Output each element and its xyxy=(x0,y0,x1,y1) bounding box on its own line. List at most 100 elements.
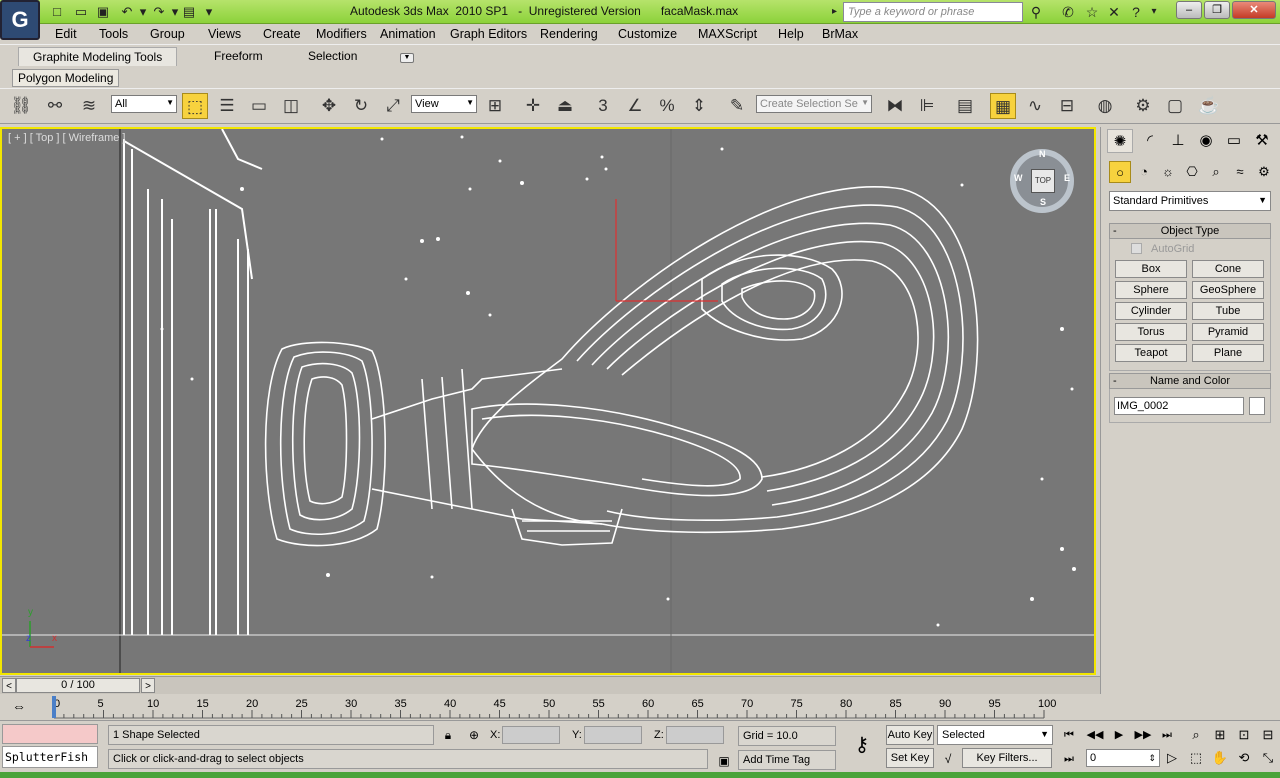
keyboard-shortcut-override-icon[interactable]: ⏏ xyxy=(552,93,578,119)
edit-named-selection-icon[interactable]: ✎ xyxy=(724,93,750,119)
viewcube-east[interactable]: E xyxy=(1064,173,1070,183)
orbit-icon[interactable]: ⟲ xyxy=(1234,748,1254,768)
menu-rendering[interactable]: Rendering xyxy=(540,27,598,41)
menu-customize[interactable]: Customize xyxy=(618,27,677,41)
mirror-icon[interactable]: ⧓ xyxy=(882,93,908,119)
render-production-teapot-icon[interactable]: ☕ xyxy=(1196,93,1222,119)
spinner-snap-icon[interactable]: ⇕ xyxy=(686,93,712,119)
current-frame-input[interactable]: 0 ⇕ xyxy=(1086,749,1160,767)
auto-key-button[interactable]: Auto Key xyxy=(886,725,934,745)
teapot-button[interactable]: Teapot xyxy=(1115,344,1187,362)
tube-button[interactable]: Tube xyxy=(1192,302,1264,320)
y-coordinate-field[interactable] xyxy=(584,726,642,744)
render-setup-icon[interactable]: ⚙ xyxy=(1130,93,1156,119)
project-folder-icon[interactable]: ▤ xyxy=(180,3,198,21)
set-keys-icon[interactable]: ⚷ xyxy=(846,733,878,757)
zoom-extents-all-icon[interactable]: ⊟ xyxy=(1258,725,1278,745)
select-by-name-icon[interactable]: ☰ xyxy=(214,93,240,119)
select-and-scale-icon[interactable]: ⤢ xyxy=(380,93,406,119)
menu-maxscript[interactable]: MAXScript xyxy=(698,27,757,41)
cylinder-button[interactable]: Cylinder xyxy=(1115,302,1187,320)
maximize-viewport-icon[interactable]: ⤡ xyxy=(1258,748,1278,768)
tab-graphite-modeling-tools[interactable]: Graphite Modeling Tools xyxy=(18,47,178,66)
help-icon[interactable]: ? xyxy=(1126,2,1146,22)
display-tab-icon[interactable]: ▭ xyxy=(1221,129,1247,153)
absolute-mode-icon[interactable]: ⊕ xyxy=(466,727,482,743)
menu-edit[interactable]: Edit xyxy=(55,27,77,41)
key-mode-dropdown[interactable]: Selected ▼ xyxy=(937,725,1053,745)
select-and-move-icon[interactable]: ✥ xyxy=(316,93,342,119)
play-icon[interactable]: ▶ xyxy=(1108,725,1130,745)
viewcube-top-face[interactable]: TOP xyxy=(1031,169,1055,193)
z-coordinate-field[interactable] xyxy=(666,726,724,744)
menu-views[interactable]: Views xyxy=(208,27,241,41)
time-next-icon[interactable]: > xyxy=(141,678,155,693)
window-crossing-icon[interactable]: ◫ xyxy=(278,93,304,119)
helpers-icon[interactable]: ⌕ xyxy=(1205,161,1227,183)
menu-modifiers[interactable]: Modifiers xyxy=(316,27,367,41)
name-and-color-rollout-header[interactable]: - Name and Color xyxy=(1109,373,1271,389)
minimize-button[interactable]: – xyxy=(1176,1,1202,19)
maxscript-mini-listener-top[interactable] xyxy=(2,724,98,744)
binoculars-icon[interactable]: ⚲ xyxy=(1026,2,1046,22)
communication-center-icon[interactable]: ✆ xyxy=(1058,2,1078,22)
add-time-tag-button[interactable]: Add Time Tag xyxy=(738,750,836,770)
graphite-modeling-tools-toggle-icon[interactable]: ▦ xyxy=(990,93,1016,119)
named-selection-sets-dropdown[interactable]: Create Selection Se ▼ xyxy=(756,95,872,113)
menu-group[interactable]: Group xyxy=(150,27,185,41)
reference-coordinate-dropdown[interactable]: View ▼ xyxy=(411,95,477,113)
selection-lock-icon[interactable]: 🔒︎ xyxy=(440,727,456,743)
key-mode-toggle-icon[interactable]: ⏭ xyxy=(1058,749,1080,769)
set-key-button[interactable]: Set Key xyxy=(886,748,934,768)
zoom-extents-icon[interactable]: ⊡ xyxy=(1234,725,1254,745)
object-name-input[interactable]: IMG_0002 xyxy=(1114,397,1244,415)
geometry-icon[interactable]: ○ xyxy=(1109,161,1131,183)
key-filters-button[interactable]: Key Filters... xyxy=(962,748,1052,768)
menu-create[interactable]: Create xyxy=(263,27,301,41)
close-button[interactable]: ✕ xyxy=(1232,1,1276,19)
track-bar[interactable]: ⇔ 0 5 10 15 20 25 30 35 40 45 50 55 60 65 70 75 80 85 90 95… xyxy=(0,694,1100,720)
modify-tab-icon[interactable]: ◜ xyxy=(1137,129,1163,153)
time-tag-icon[interactable]: ▣ xyxy=(716,753,732,769)
help-dropdown-icon[interactable]: ▾ xyxy=(1144,2,1164,22)
selection-filter-dropdown[interactable]: All ▼ xyxy=(111,95,177,113)
zoom-all-icon[interactable]: ⊞ xyxy=(1210,725,1230,745)
material-editor-icon[interactable]: ◍ xyxy=(1092,93,1118,119)
x-coordinate-field[interactable] xyxy=(502,726,560,744)
quick-access-dropdown-icon[interactable]: ▾ xyxy=(200,3,218,21)
app-logo-icon[interactable]: G xyxy=(0,0,40,40)
viewcube-north[interactable]: N xyxy=(1039,149,1046,159)
rectangular-selection-icon[interactable]: ▭ xyxy=(246,93,272,119)
open-file-icon[interactable]: ▭ xyxy=(72,3,90,21)
motion-tab-icon[interactable]: ◉ xyxy=(1193,129,1219,153)
rendered-frame-window-icon[interactable]: ▢ xyxy=(1162,93,1188,119)
object-type-rollout-header[interactable]: - Object Type xyxy=(1109,223,1271,239)
go-to-end-icon[interactable]: ⏭ xyxy=(1156,725,1178,745)
geosphere-button[interactable]: GeoSphere xyxy=(1192,281,1264,299)
sphere-button[interactable]: Sphere xyxy=(1115,281,1187,299)
create-tab-icon[interactable]: ✺ xyxy=(1107,129,1133,153)
viewport-label[interactable]: [ + ] [ Top ] [ Wireframe ] xyxy=(8,132,125,144)
menu-graph-editors[interactable]: Graph Editors xyxy=(450,27,527,41)
new-file-icon[interactable]: □ xyxy=(48,3,66,21)
systems-icon[interactable]: ⚙ xyxy=(1253,161,1275,183)
primitive-category-dropdown[interactable]: Standard Primitives ▼ xyxy=(1109,191,1271,211)
align-icon[interactable]: ⊫ xyxy=(914,93,940,119)
cameras-icon[interactable]: ⎔ xyxy=(1181,161,1203,183)
exchange-icon[interactable]: ✕ xyxy=(1104,2,1124,22)
viewport-top[interactable]: [ + ] [ Top ] [ Wireframe ] y z x TOP N … xyxy=(0,127,1096,675)
utilities-tab-icon[interactable]: ⚒ xyxy=(1249,129,1275,153)
ribbon-minimize-dropdown-icon[interactable]: ▼ xyxy=(400,53,414,63)
space-warps-icon[interactable]: ≈ xyxy=(1229,161,1251,183)
search-input[interactable]: Type a keyword or phrase xyxy=(843,2,1023,22)
viewcube-south[interactable]: S xyxy=(1040,197,1046,207)
field-of-view-icon[interactable]: ▷ xyxy=(1162,748,1182,768)
layer-manager-icon[interactable]: ▤ xyxy=(952,93,978,119)
select-object-icon[interactable]: ⬚ xyxy=(182,93,208,119)
autogrid-checkbox[interactable]: AutoGrid xyxy=(1131,243,1194,255)
go-to-start-icon[interactable]: ⏮ xyxy=(1058,725,1080,745)
time-slider-thumb[interactable]: 0 / 100 xyxy=(16,678,140,693)
select-and-rotate-icon[interactable]: ↻ xyxy=(348,93,374,119)
percent-snap-icon[interactable]: % xyxy=(654,93,680,119)
pan-view-icon[interactable]: ✋ xyxy=(1210,748,1230,768)
